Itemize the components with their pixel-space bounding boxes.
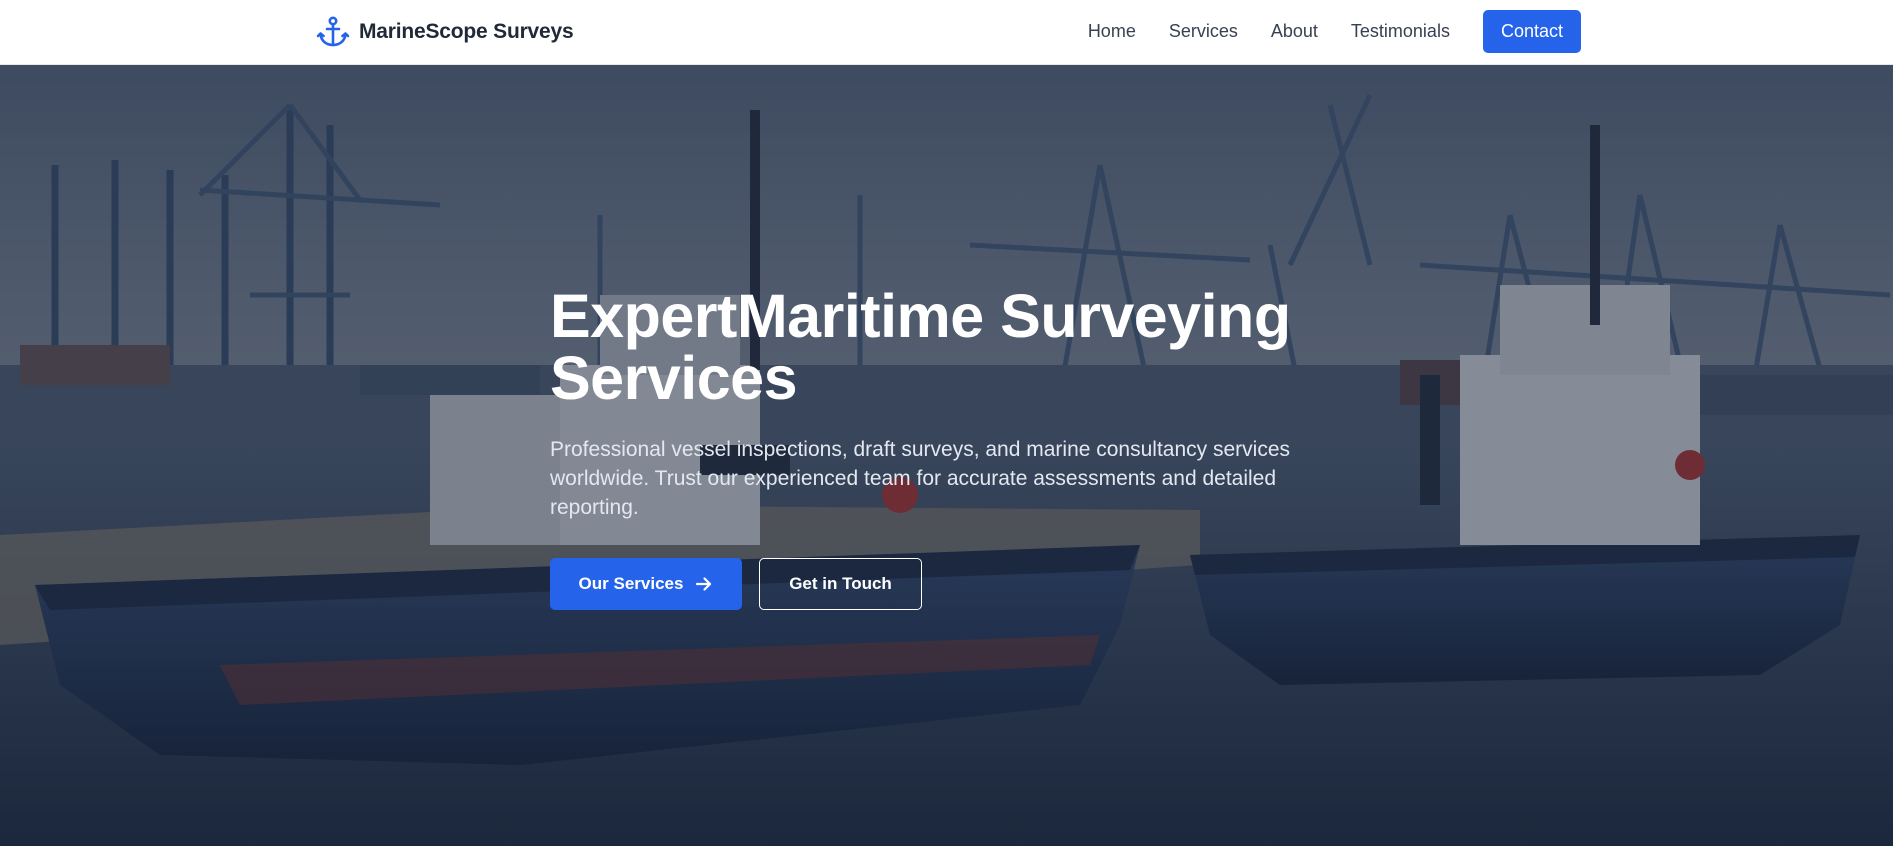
- nav-about[interactable]: About: [1271, 21, 1318, 42]
- main-nav: Home Services About Testimonials Contact: [1088, 10, 1581, 53]
- hero-section: ExpertMaritime Surveying Services Profes…: [0, 65, 1893, 846]
- hero-title-line-1: ExpertMaritime Surveying: [550, 282, 1291, 350]
- arrow-right-icon: [696, 577, 712, 591]
- site-header: MarineScope Surveys Home Services About …: [0, 0, 1893, 65]
- hero-subtitle: Professional vessel inspections, draft s…: [550, 438, 1291, 519]
- nav-home[interactable]: Home: [1088, 21, 1136, 42]
- hero-content: ExpertMaritime Surveying Services Profes…: [550, 285, 1350, 610]
- get-in-touch-button[interactable]: Get in Touch: [759, 558, 922, 610]
- contact-button[interactable]: Contact: [1482, 10, 1581, 53]
- anchor-icon: [316, 16, 350, 47]
- hero-title: ExpertMaritime Surveying Services: [550, 285, 1350, 409]
- nav-services[interactable]: Services: [1169, 21, 1238, 42]
- hero-title-line-2: Services: [550, 344, 798, 412]
- brand-name: MarineScope Surveys: [359, 20, 574, 43]
- nav-testimonials[interactable]: Testimonials: [1351, 21, 1450, 42]
- brand-logo-link[interactable]: MarineScope Surveys: [316, 14, 574, 50]
- our-services-label: Our Services: [578, 574, 684, 593]
- hero-actions: Our Services Get in Touch: [550, 558, 1350, 610]
- our-services-button[interactable]: Our Services: [550, 558, 742, 610]
